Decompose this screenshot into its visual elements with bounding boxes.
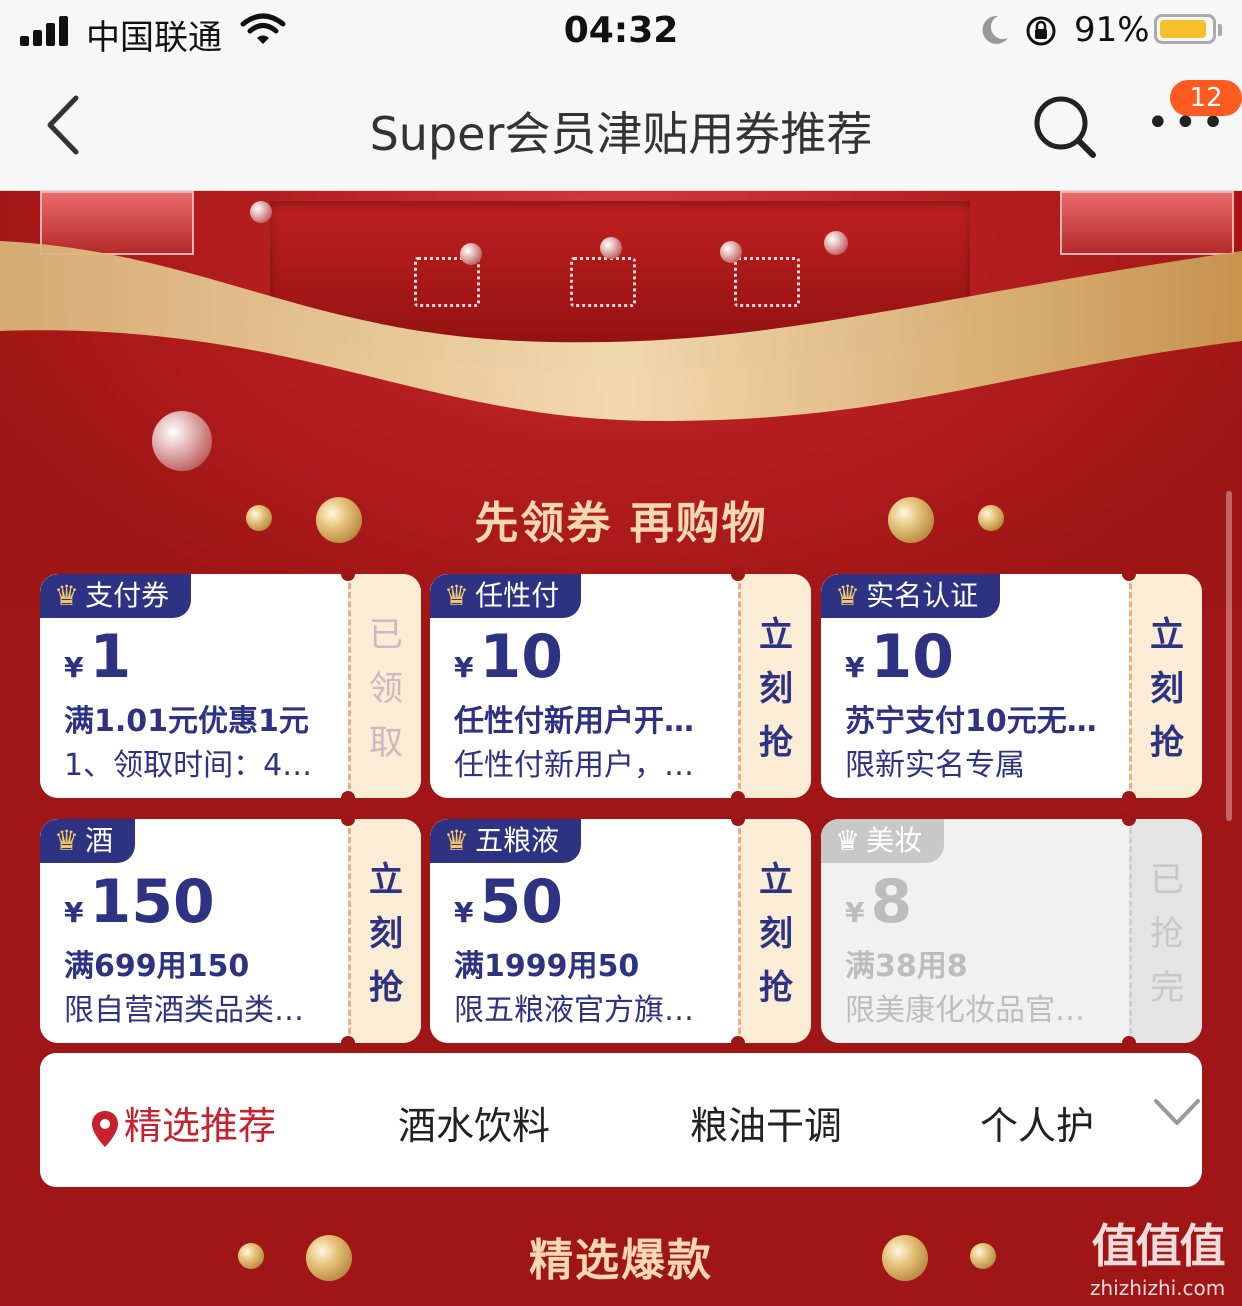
coupon-tag: ♛ 支付券 bbox=[40, 574, 192, 618]
coupon-description: 1、领取时间：4… bbox=[64, 748, 313, 783]
coupon-notch bbox=[731, 791, 745, 805]
coupon-condition: 任性付新用户开… bbox=[454, 704, 694, 739]
crown-icon: ♛ bbox=[444, 579, 470, 612]
grab-now-button[interactable]: 立刻抢 bbox=[351, 853, 421, 1015]
coupon-condition: 满1999用50 bbox=[454, 949, 640, 984]
location-pin-icon bbox=[92, 1110, 118, 1147]
coupon-notch bbox=[1122, 1036, 1136, 1050]
search-icon[interactable] bbox=[1032, 94, 1098, 160]
scrollbar[interactable] bbox=[1226, 491, 1232, 821]
coupon-notch bbox=[341, 567, 355, 581]
coupon-notch bbox=[731, 812, 745, 826]
battery-level bbox=[1160, 20, 1206, 38]
coupon-card[interactable]: ♛ 任性付 ¥10 任性付新用户开… 任性付新用户，… 立刻抢 bbox=[430, 574, 811, 798]
coupon-headline: 先领券 再购物 bbox=[474, 498, 768, 549]
gold-bead bbox=[888, 497, 934, 543]
promo-banner: 先领券 再购物 ♛ 支付券 ¥1 满1.01元优惠1元 1、领取时间：4… 已领取… bbox=[0, 191, 1242, 1306]
coupon-body: ♛ 酒 ¥150 满699用150 限自营酒类品类… bbox=[40, 819, 348, 1043]
gold-bead bbox=[978, 505, 1004, 531]
coupon-description: 任性付新用户，… bbox=[454, 748, 694, 783]
gold-bead bbox=[970, 1243, 996, 1269]
claimed-label: 已领取 bbox=[369, 615, 403, 763]
nav-bar: Super会员津贴用券推荐 ••• 12 bbox=[0, 62, 1242, 191]
sold-out-label: 已抢完 bbox=[1150, 860, 1184, 1008]
crown-icon: ♛ bbox=[54, 824, 80, 857]
notification-badge: 12 bbox=[1170, 80, 1242, 116]
coupon-notch bbox=[731, 1036, 745, 1050]
coupon-notch bbox=[341, 791, 355, 805]
coupon-card[interactable]: ♛ 实名认证 ¥10 苏宁支付10元无… 限新实名专属 立刻抢 bbox=[821, 574, 1202, 798]
coupon-body: ♛ 支付券 ¥1 满1.01元优惠1元 1、领取时间：4… bbox=[40, 574, 348, 798]
crown-icon: ♛ bbox=[835, 824, 861, 857]
coupon-body: ♛ 任性付 ¥10 任性付新用户开… 任性付新用户，… bbox=[430, 574, 738, 798]
coupon-tag: ♛ 美妆 bbox=[821, 819, 945, 863]
watermark: 值值值 zhizhizhi.com bbox=[1090, 1210, 1226, 1300]
coupon-amount: ¥150 bbox=[64, 867, 215, 937]
coupon-condition: 满38用8 bbox=[845, 949, 968, 984]
coupon-amount: ¥50 bbox=[454, 867, 563, 937]
coupon-tag: ♛ 五粮液 bbox=[430, 819, 582, 863]
coupon-amount: ¥8 bbox=[845, 867, 913, 937]
tab-drinks[interactable]: 酒水饮料 bbox=[398, 1095, 550, 1150]
battery-icon bbox=[1154, 14, 1216, 44]
coupon-condition: 苏宁支付10元无… bbox=[845, 704, 1097, 739]
coupon-description: 限美康化妆品官… bbox=[845, 993, 1085, 1028]
rotation-lock-icon bbox=[1026, 16, 1056, 46]
coupon-card[interactable]: ♛ 五粮液 ¥50 满1999用50 限五粮液官方旗… 立刻抢 bbox=[430, 819, 811, 1043]
coupon-amount: ¥1 bbox=[64, 622, 132, 692]
crown-icon: ♛ bbox=[444, 824, 470, 857]
battery-tip bbox=[1218, 24, 1222, 36]
coupon-description: 限新实名专属 bbox=[845, 748, 1025, 783]
grab-now-button[interactable]: 立刻抢 bbox=[1132, 608, 1202, 770]
more-icon[interactable]: ••• bbox=[1146, 103, 1229, 143]
coupon-condition: 满1.01元优惠1元 bbox=[64, 704, 309, 739]
coupon-description: 限自营酒类品类… bbox=[64, 993, 304, 1028]
tab-featured[interactable]: 精选推荐 bbox=[90, 1095, 276, 1150]
watermark-domain: zhizhizhi.com bbox=[1090, 1276, 1226, 1300]
moon-icon bbox=[982, 15, 1008, 44]
watermark-logo: 值值值 bbox=[1091, 1219, 1226, 1273]
coupon-notch bbox=[731, 567, 745, 581]
status-bar: 中国联通 04:32 91% bbox=[0, 0, 1242, 62]
coupon-body: ♛ 实名认证 ¥10 苏宁支付10元无… 限新实名专属 bbox=[821, 574, 1129, 798]
section-title: 精选爆款 bbox=[529, 1235, 713, 1286]
coupon-tag: ♛ 任性付 bbox=[430, 574, 582, 618]
coupon-notch bbox=[341, 1036, 355, 1050]
coupon-amount: ¥10 bbox=[845, 622, 954, 692]
coupon-body: ♛ 美妆 ¥8 满38用8 限美康化妆品官… bbox=[821, 819, 1129, 1043]
crown-icon: ♛ bbox=[835, 579, 861, 612]
coupon-card: ♛ 美妆 ¥8 满38用8 限美康化妆品官… 已抢完 bbox=[821, 819, 1202, 1043]
tab-personal-care[interactable]: 个人护 bbox=[980, 1095, 1094, 1150]
coupon-tag: ♛ 实名认证 bbox=[821, 574, 1001, 618]
category-tabs: 精选推荐 酒水饮料 粮油干调 个人护 bbox=[40, 1053, 1202, 1187]
chevron-down-icon[interactable] bbox=[1152, 1097, 1202, 1127]
coupon-description: 限五粮液官方旗… bbox=[454, 993, 694, 1028]
coupon-card[interactable]: ♛ 酒 ¥150 满699用150 限自营酒类品类… 立刻抢 bbox=[40, 819, 421, 1043]
grab-now-button[interactable]: 立刻抢 bbox=[741, 608, 811, 770]
coupon-condition: 满699用150 bbox=[64, 949, 250, 984]
tab-grain-oil[interactable]: 粮油干调 bbox=[690, 1095, 842, 1150]
coupon-notch bbox=[1122, 567, 1136, 581]
battery-percent: 91% bbox=[1074, 10, 1150, 50]
coupon-notch bbox=[1122, 812, 1136, 826]
coupon-notch bbox=[341, 812, 355, 826]
gold-bead bbox=[882, 1235, 928, 1281]
coupon-tag: ♛ 酒 bbox=[40, 819, 136, 863]
coupon-notch bbox=[1122, 791, 1136, 805]
crown-icon: ♛ bbox=[54, 579, 80, 612]
grab-now-button[interactable]: 立刻抢 bbox=[741, 853, 811, 1015]
coupon-amount: ¥10 bbox=[454, 622, 563, 692]
coupon-body: ♛ 五粮液 ¥50 满1999用50 限五粮液官方旗… bbox=[430, 819, 738, 1043]
coupon-card[interactable]: ♛ 支付券 ¥1 满1.01元优惠1元 1、领取时间：4… 已领取 bbox=[40, 574, 421, 798]
